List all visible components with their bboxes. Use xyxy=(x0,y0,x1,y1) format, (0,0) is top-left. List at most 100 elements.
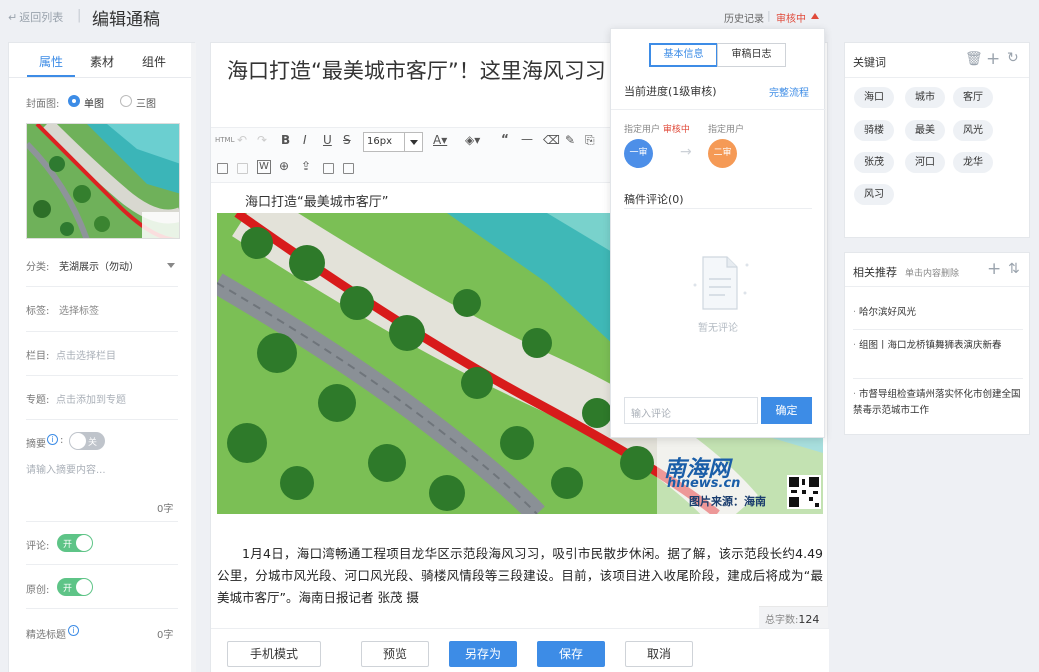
cancel-button[interactable]: 取消 xyxy=(625,641,693,667)
keyword-tag[interactable]: 河口 xyxy=(905,152,945,173)
html-source-icon[interactable]: HTML xyxy=(215,136,234,144)
watermark-domain: hinews.cn xyxy=(667,476,741,491)
column-label: 栏目: xyxy=(26,351,50,362)
plus-icon[interactable]: + xyxy=(987,259,1001,279)
review-status-toggle[interactable]: 审核中 xyxy=(776,10,806,25)
back-to-list-link[interactable]: ↵ 返回列表 xyxy=(8,9,63,25)
step2-circle[interactable]: 二审 xyxy=(708,139,737,168)
undo-icon[interactable]: ↶ xyxy=(237,133,247,147)
font-size-select[interactable]: 16px xyxy=(363,132,423,152)
keyword-tag[interactable]: 龙华 xyxy=(953,152,993,173)
align-icon[interactable] xyxy=(237,163,248,174)
full-flow-link[interactable]: 完整流程 xyxy=(769,84,809,99)
strikethrough-icon[interactable]: S xyxy=(343,133,351,147)
article-title-input[interactable]: 海口打造“最美城市客厅”！这里海风习习 xyxy=(227,55,612,85)
article-subtitle[interactable]: 海口打造“最美城市客厅” xyxy=(245,191,388,210)
confirm-button[interactable]: 确定 xyxy=(761,397,812,424)
refresh-icon[interactable]: ↻ xyxy=(1007,50,1019,66)
table-icon[interactable] xyxy=(323,163,334,174)
review-progress: 当前进度(1级审核) xyxy=(624,85,717,98)
info-icon[interactable]: i xyxy=(68,625,79,636)
upload-icon[interactable]: ⇪ xyxy=(301,159,311,173)
image-icon[interactable] xyxy=(217,163,228,174)
save-as-button[interactable]: 另存为 xyxy=(449,641,517,667)
divider xyxy=(845,286,1029,287)
word-import-icon[interactable]: W xyxy=(257,160,271,174)
tab-components[interactable]: 组件 xyxy=(142,53,166,70)
scrollbar[interactable] xyxy=(191,43,196,672)
save-button[interactable]: 保存 xyxy=(537,641,605,667)
font-color-icon[interactable]: A▾ xyxy=(433,133,447,147)
topic-select[interactable]: 点击添加到专题 xyxy=(56,391,126,406)
tab-review-log[interactable]: 审稿日志 xyxy=(717,43,786,67)
preview-button[interactable]: 预览 xyxy=(361,641,429,667)
properties-panel: 属性 素材 组件 封面图: 单图 三图 分类: 芜湖展示（勿动） 标签: 选择标… xyxy=(8,42,196,672)
divider: | xyxy=(767,9,771,22)
keyword-tag[interactable]: 海口 xyxy=(854,87,894,108)
trash-icon[interactable]: 🗑 xyxy=(965,51,983,67)
paste-icon[interactable]: ⎘ xyxy=(585,133,595,148)
horizontal-rule-icon[interactable]: — xyxy=(521,132,533,146)
cover-single-radio[interactable] xyxy=(68,95,80,107)
keyword-tag[interactable]: 风光 xyxy=(953,120,993,141)
arrow-right-icon: → xyxy=(680,144,692,160)
related-panel: 相关推荐 单击内容删除 + ⇅ 哈尔滨好风光 组图丨海口龙桥镇舞狮表演庆新春 市… xyxy=(844,252,1030,435)
italic-icon[interactable]: I xyxy=(303,133,307,147)
keywords-panel: 关键词 🗑 + ↻ 海口 城市 客厅 骑楼 最美 风光 张茂 河口 龙华 风习 xyxy=(844,42,1030,238)
column-select[interactable]: 点击选择栏目 xyxy=(56,347,116,362)
divider xyxy=(26,375,178,376)
related-item[interactable]: 市督导组检查靖州落实怀化市创建全国禁毒示范城市工作 xyxy=(853,387,1023,419)
summary-count: 0字 xyxy=(157,504,174,515)
review-popup: 基本信息 审稿日志 当前进度(1级审核) 完整流程 指定用户 审核中 指定用户 … xyxy=(610,28,826,438)
tab-properties[interactable]: 属性 xyxy=(39,53,63,70)
comment-input[interactable]: 输入评论 xyxy=(624,397,758,424)
underline-icon[interactable]: U xyxy=(323,133,332,147)
empty-document-icon xyxy=(693,256,749,310)
keyword-tag[interactable]: 风习 xyxy=(854,184,894,205)
keyword-tag[interactable]: 张茂 xyxy=(854,152,894,173)
step1-circle[interactable]: 一审 xyxy=(624,139,653,168)
original-toggle[interactable]: 开 xyxy=(57,578,93,596)
redo-icon[interactable]: ↷ xyxy=(257,133,267,147)
cover-triple-radio[interactable] xyxy=(120,95,132,107)
tags-select[interactable]: 选择标签 xyxy=(59,302,99,317)
mobile-mode-button[interactable]: 手机模式 xyxy=(227,641,321,667)
colon: : xyxy=(60,435,64,446)
format-brush-icon[interactable]: ✎ xyxy=(565,133,575,147)
plus-icon[interactable]: + xyxy=(986,49,1000,69)
comment-toggle[interactable]: 开 xyxy=(57,534,93,552)
back-arrow-icon: ↵ xyxy=(8,11,18,24)
keyword-tag[interactable]: 城市 xyxy=(905,87,945,108)
article-body[interactable]: 1月4日，海口湾畅通工程项目龙华区示范段海风习习，吸引市民散步休闲。据了解，该示… xyxy=(217,543,823,609)
related-item[interactable]: 哈尔滨好风光 xyxy=(853,305,1023,321)
editor-toolbar: HTML ↶ ↷ B I U S 16px A▾ ◈▾ “ — ⌫ ✎ ⎘ W … xyxy=(211,127,611,183)
highlight-color-icon[interactable]: ◈▾ xyxy=(465,133,480,147)
cover-image[interactable] xyxy=(26,123,180,239)
tab-materials[interactable]: 素材 xyxy=(90,53,114,70)
summary-input[interactable]: 请输入摘要内容... xyxy=(26,461,106,476)
info-icon[interactable]: i xyxy=(47,434,58,445)
bold-icon[interactable]: B xyxy=(281,133,290,147)
summary-toggle[interactable]: 关 xyxy=(69,432,105,450)
keyword-tag[interactable]: 客厅 xyxy=(953,87,993,108)
keyword-tag[interactable]: 最美 xyxy=(905,120,945,141)
top-bar: ↵ 返回列表 | 编辑通稿 历史记录 | 审核中 xyxy=(0,0,1039,34)
blockquote-icon[interactable]: “ xyxy=(501,132,509,146)
divider xyxy=(26,331,178,332)
globe-icon[interactable]: ⊕ xyxy=(279,159,289,173)
sort-icon[interactable]: ⇅ xyxy=(1008,261,1020,277)
category-label: 分类: xyxy=(26,262,50,273)
action-bar: 手机模式 预览 另存为 保存 取消 xyxy=(211,628,829,672)
keyword-tag[interactable]: 骑楼 xyxy=(854,120,894,141)
chevron-down-icon[interactable] xyxy=(167,263,175,268)
embed-icon[interactable] xyxy=(343,163,354,174)
eraser-icon[interactable]: ⌫ xyxy=(543,133,560,147)
divider xyxy=(26,521,178,522)
divider xyxy=(611,109,826,110)
tab-basic-info[interactable]: 基本信息 xyxy=(649,43,718,67)
category-select[interactable]: 芜湖展示（勿动） xyxy=(59,258,139,273)
related-item[interactable]: 组图丨海口龙桥镇舞狮表演庆新春 xyxy=(853,338,1023,354)
divider: | xyxy=(77,8,82,23)
caret-up-icon[interactable] xyxy=(811,13,819,19)
history-link[interactable]: 历史记录 xyxy=(724,10,764,25)
